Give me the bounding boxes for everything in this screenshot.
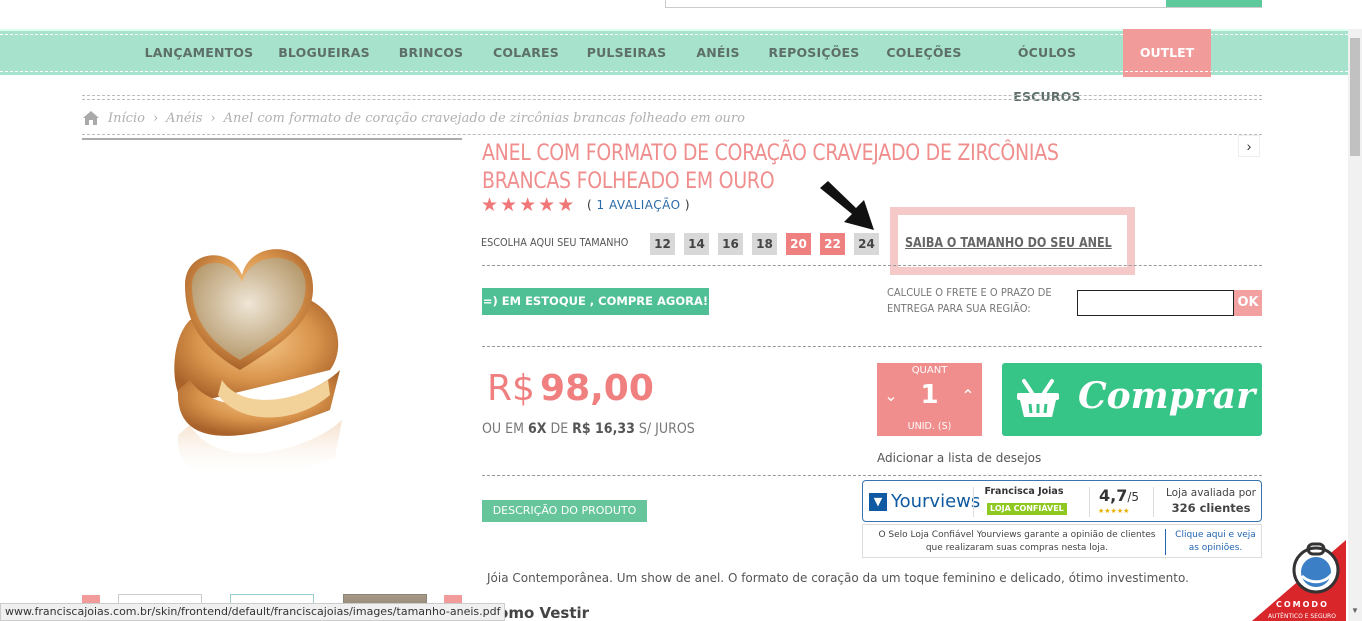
size-guide-link[interactable]: SAIBA O TAMANHO DO SEU ANEL — [905, 236, 1112, 251]
size-option-20[interactable]: 20 — [786, 233, 811, 255]
nav-item-brincos[interactable]: BRINCOS — [392, 31, 470, 75]
browser-status-bar: www.franciscajoias.com.br/skin/frontend/… — [0, 603, 506, 621]
installments-count: 6X — [527, 421, 547, 437]
tab-description[interactable]: DESCRIÇÃO DO PRODUTO — [482, 500, 647, 522]
divider — [1153, 487, 1154, 517]
star-icon: ★ — [519, 195, 537, 216]
size-label: ESCOLHA AQUI SEU TAMANHO — [481, 236, 629, 249]
breadcrumb-current: Anel com formato de coração cravejado de… — [223, 110, 745, 126]
clients-count: 326 clientes — [1171, 501, 1251, 515]
freight-label: CALCULE O FRETE E O PRAZO DE ENTREGA PAR… — [887, 286, 1052, 315]
search-button[interactable] — [1166, 0, 1262, 7]
installments-value: R$ 16,33 — [572, 421, 635, 437]
divider — [973, 487, 974, 517]
star-icon: ★ — [557, 195, 575, 216]
yourviews-icon: ▼ — [869, 492, 887, 511]
product-description: Jóia Contemporânea. Um show de anel. O f… — [487, 571, 1189, 585]
breadcrumb-separator: › — [152, 110, 159, 126]
search-bar[interactable] — [665, 0, 1262, 8]
divider — [482, 475, 1262, 476]
buy-button[interactable]: Comprar — [1002, 363, 1262, 436]
reviews-count[interactable]: 1 AVALIAÇÃO — [597, 198, 681, 212]
freight-ok-button[interactable]: OK — [1234, 290, 1262, 316]
freight-zip-input[interactable] — [1077, 290, 1234, 316]
product-title: ANEL COM FORMATO DE CORAÇÃO CRAVEJADO DE… — [482, 141, 1059, 194]
size-option-14[interactable]: 14 — [684, 233, 709, 255]
in-stock-button[interactable]: =) EM ESTOQUE , COMPRE AGORA! — [482, 288, 709, 315]
installments-prefix: OU EM — [482, 421, 524, 437]
chevron-right-icon: › — [1246, 138, 1252, 154]
nav-item-outlet[interactable]: OUTLET — [1123, 29, 1211, 77]
nav-item-colares[interactable]: COLARES — [488, 31, 564, 75]
divider — [482, 265, 1262, 266]
rated-by-label: Loja avaliada por — [1166, 487, 1256, 499]
score-of: /5 — [1127, 490, 1140, 504]
size-option-16[interactable]: 16 — [718, 233, 743, 255]
size-option-22[interactable]: 22 — [820, 233, 845, 255]
yourviews-note-text: O Selo Loja Confiável Yourviews garante … — [878, 530, 1156, 553]
divider — [82, 95, 1262, 96]
nav-item-oculos[interactable]: ÓCULOS ESCUROS — [984, 31, 1110, 104]
wishlist-link[interactable]: Adicionar a lista de desejos — [877, 451, 1041, 465]
arrow-down-right-icon — [820, 181, 874, 230]
breadcrumb-category[interactable]: Anéis — [166, 111, 202, 126]
comodo-label: COMODO — [1276, 600, 1329, 609]
yourviews-stars-icon: ★★★★★ — [1098, 508, 1130, 515]
nav-item-colecoes[interactable]: COLEÇÕES — [880, 31, 968, 75]
yourviews-logo: ▼ Yourviews — [869, 491, 980, 512]
quantity-label: QUANT — [911, 365, 948, 376]
nav-item-lancamentos[interactable]: LANÇAMENTOS — [138, 31, 260, 75]
rating-stars: ★ ★ ★ ★ ★ — [481, 196, 574, 216]
size-option-12[interactable]: 12 — [650, 233, 675, 255]
nav-item-aneis[interactable]: ANÉIS — [690, 31, 746, 75]
star-icon: ★ — [538, 195, 556, 216]
home-icon[interactable] — [82, 110, 100, 126]
product-image[interactable] — [130, 230, 410, 560]
quantity-stepper: QUANT ⌄ 1 ⌃ UNID. (S) — [877, 363, 982, 436]
installments-suffix: S/ JUROS — [638, 421, 695, 437]
divider — [482, 346, 1262, 347]
size-option-18[interactable]: 18 — [752, 233, 777, 255]
yourviews-brand: Yourviews — [891, 491, 981, 512]
reviews-link[interactable]: ( 1 AVALIAÇÃO ) — [587, 198, 690, 212]
price-currency: R$ — [487, 368, 535, 409]
nav-item-reposicoes[interactable]: REPOSIÇÕES — [764, 31, 864, 75]
scrollbar-thumb[interactable] — [1350, 38, 1360, 156]
product-page: { "nav": { "items": ["LANÇAMENTOS", "BLO… — [0, 0, 1362, 621]
yourviews-note: O Selo Loja Confiável Yourviews garante … — [862, 524, 1262, 558]
star-icon: ★ — [500, 195, 518, 216]
score-value: 4,7 — [1099, 486, 1128, 505]
breadcrumb-separator: › — [210, 110, 216, 126]
quantity-unit: UNID. (S) — [907, 421, 952, 432]
nav-item-blogueiras[interactable]: BLOGUEIRAS — [272, 31, 376, 75]
breadcrumb-home[interactable]: Início — [108, 111, 145, 126]
price: R$ 98,00 — [487, 368, 654, 409]
price-value: 98,00 — [540, 368, 654, 409]
scroll-down-arrow-icon[interactable]: ▼ — [1349, 606, 1361, 620]
divider — [82, 99, 1262, 100]
yourviews-opinions-link[interactable]: Clique aqui e veja as opiniões. — [1165, 529, 1261, 555]
breadcrumb: Início › Anéis › Anel com formato de cor… — [82, 108, 745, 128]
trusted-store-badge: LOJA CONFIÁVEL — [987, 503, 1067, 515]
image-top-border — [82, 138, 462, 140]
main-nav: LANÇAMENTOS BLOGUEIRAS BRINCOS COLARES P… — [0, 29, 1348, 104]
size-option-24[interactable]: 24 — [854, 233, 879, 255]
chevron-up-icon[interactable]: ⌃ — [958, 387, 978, 407]
yourviews-rated: Loja avaliada por 326 clientes — [1159, 486, 1263, 517]
yourviews-store: Francisca Joias — [984, 486, 1064, 497]
next-product-button[interactable]: › — [1238, 135, 1260, 157]
installments-mid: DE — [550, 421, 569, 437]
basket-icon — [1017, 379, 1059, 417]
comodo-sub: AUTÊNTICO E SEGURO — [1268, 613, 1336, 620]
buy-label: Comprar — [1078, 375, 1256, 417]
star-icon: ★ — [481, 195, 499, 216]
nav-item-pulseiras[interactable]: PULSEIRAS — [580, 31, 673, 75]
installments: OU EM 6X DE R$ 16,33 S/ JUROS — [482, 421, 695, 437]
yourviews-score: 4,7/5 — [1099, 486, 1139, 505]
divider — [1089, 487, 1090, 517]
divider — [82, 134, 1262, 135]
yourviews-widget[interactable]: ▼ Yourviews Francisca Joias LOJA CONFIÁVE… — [862, 480, 1262, 522]
